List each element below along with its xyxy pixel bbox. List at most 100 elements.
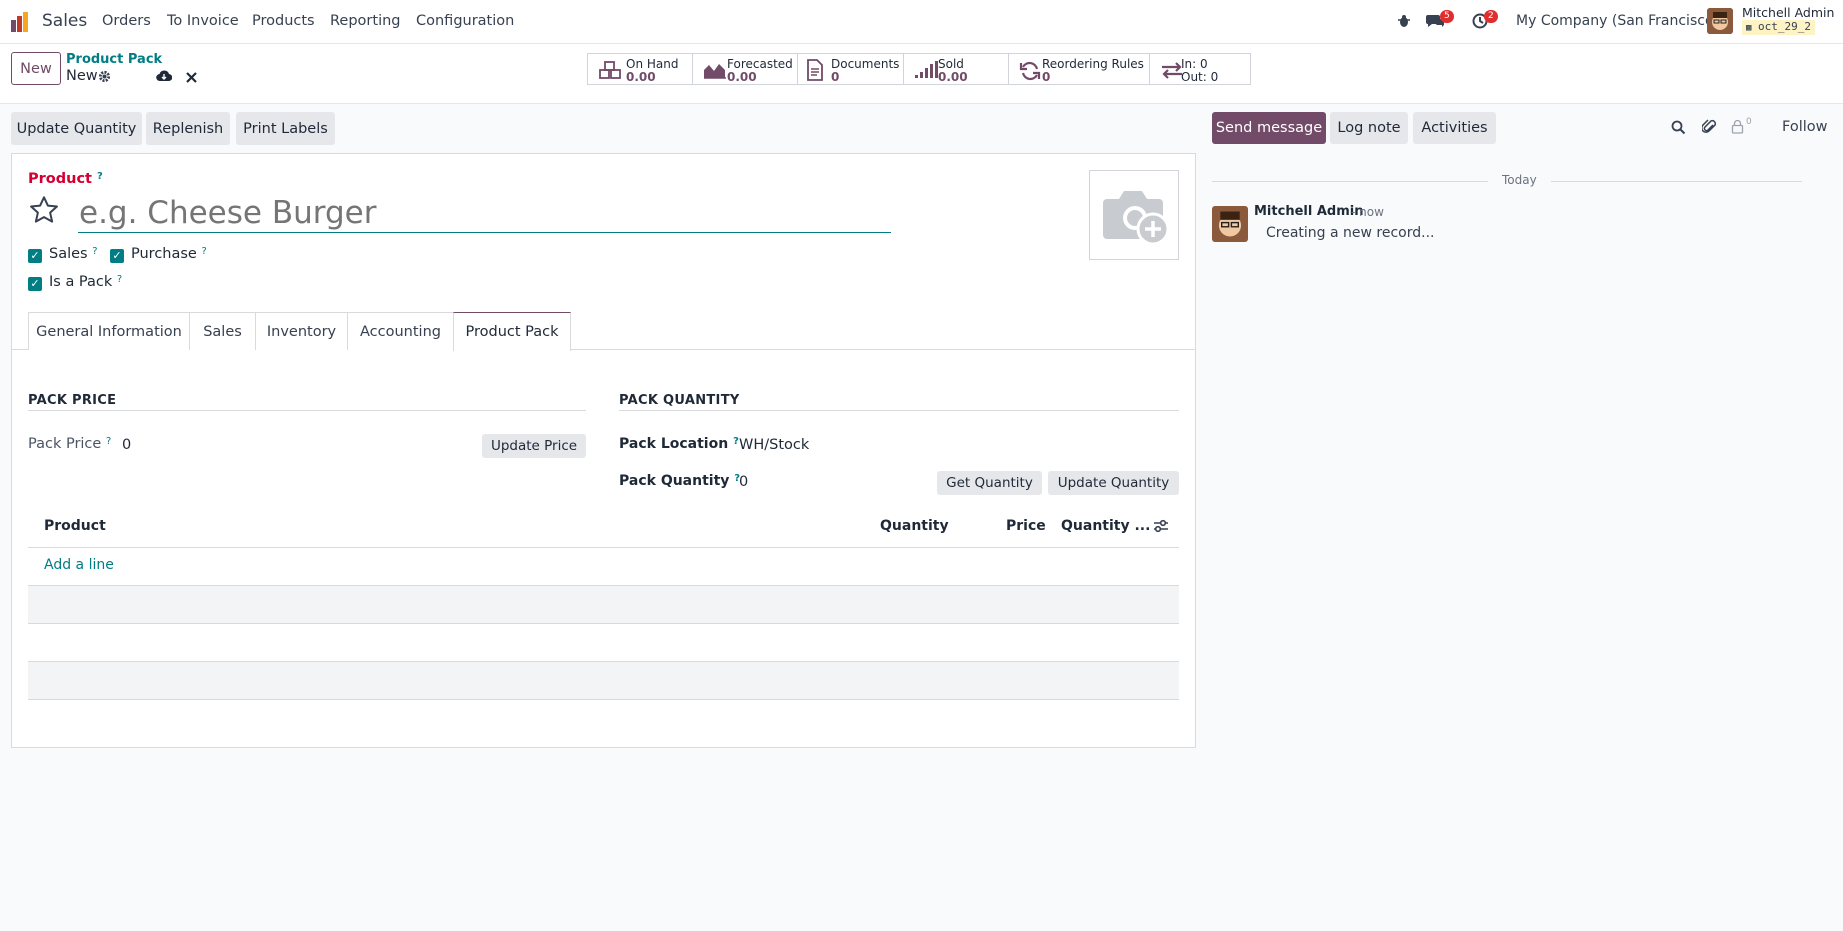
get-quantity-button[interactable]: Get Quantity (937, 471, 1042, 495)
pack-quantity-value[interactable]: 0 (739, 474, 748, 490)
search-icon[interactable] (1671, 120, 1686, 139)
stat-label: Documents (831, 57, 900, 71)
product-image-field[interactable] (1089, 170, 1179, 260)
menu-orders[interactable]: Orders (102, 13, 151, 29)
stat-value: 0.00 (938, 70, 968, 84)
camera-plus-icon (1103, 191, 1170, 246)
tab-accounting[interactable]: Accounting (348, 312, 454, 350)
stat-value: 0 (1042, 70, 1051, 84)
purchase-checkbox[interactable]: ✓ (110, 249, 124, 263)
area-chart-icon (704, 64, 726, 79)
database-badge: ▩ oct_29_2 (1742, 20, 1816, 35)
section-divider (28, 410, 586, 411)
menu-products[interactable]: Products (252, 13, 315, 29)
breadcrumb-current: New (66, 68, 98, 84)
help-tooltip-icon[interactable]: ? (106, 436, 111, 447)
bug-icon[interactable] (1397, 14, 1411, 32)
log-note-button[interactable]: Log note (1330, 112, 1408, 144)
menu-to-invoice[interactable]: To Invoice (167, 13, 239, 29)
stat-in-out-button[interactable]: In: 0 Out: 0 (1149, 53, 1251, 85)
update-price-button[interactable]: Update Price (482, 434, 586, 458)
pack-location-value[interactable]: WH/Stock (739, 437, 809, 453)
column-header-quantity[interactable]: Quantity (880, 518, 949, 534)
update-quantity-button[interactable]: Update Quantity (11, 112, 142, 145)
column-header-price[interactable]: Price (1006, 518, 1046, 534)
product-name-label: Product ? (28, 171, 103, 187)
help-tooltip-icon[interactable]: ? (117, 274, 122, 285)
product-name-input[interactable] (78, 193, 891, 233)
help-tooltip-icon[interactable]: ? (201, 246, 206, 257)
pack-quantity-label: Pack Quantity ? (619, 473, 740, 489)
stat-on-hand-button[interactable]: On Hand 0.00 (587, 53, 692, 85)
stat-label: Sold (938, 57, 964, 71)
stat-label: On Hand (626, 57, 679, 71)
message-author-avatar[interactable] (1212, 206, 1248, 242)
help-tooltip-icon[interactable]: ? (733, 436, 739, 447)
database-icon: ▩ (1746, 23, 1752, 33)
tab-general-information[interactable]: General Information (28, 312, 190, 350)
tab-product-pack[interactable]: Product Pack (453, 312, 571, 351)
sales-checkbox-label: Sales ? (49, 246, 98, 262)
add-a-line-link[interactable]: Add a line (44, 557, 114, 573)
date-separator-label: Today (1488, 173, 1551, 187)
update-quantity-pack-button[interactable]: Update Quantity (1048, 471, 1179, 495)
help-tooltip-icon[interactable]: ? (92, 246, 97, 257)
pack-location-label: Pack Location ? (619, 436, 739, 452)
sales-checkbox[interactable]: ✓ (28, 249, 42, 263)
send-message-button[interactable]: Send message (1212, 112, 1326, 144)
refresh-icon (1019, 61, 1041, 81)
save-cloud-icon[interactable] (156, 68, 173, 86)
stat-label: Reordering Rules (1042, 57, 1144, 71)
follow-button[interactable]: Follow (1782, 119, 1827, 135)
breadcrumb-parent[interactable]: Product Pack (66, 52, 162, 67)
purchase-checkbox-label: Purchase ? (131, 246, 207, 262)
replenish-button[interactable]: Replenish (146, 112, 230, 145)
followers-lock-icon[interactable] (1731, 119, 1744, 138)
stat-reordering-rules-button[interactable]: Reordering Rules 0 (1008, 53, 1149, 85)
product-form-sheet (11, 153, 1196, 748)
pack-quantity-label-text: Pack Quantity (619, 473, 730, 489)
messages-count-badge: 5 (1440, 10, 1454, 23)
print-labels-button[interactable]: Print Labels (236, 112, 335, 145)
stat-value: 0.00 (626, 70, 656, 84)
pack-price-section-title: PACK PRICE (28, 393, 117, 408)
is-pack-checkbox-label: Is a Pack ? (49, 274, 122, 290)
favorite-star-icon[interactable] (28, 194, 60, 230)
tab-inventory[interactable]: Inventory (256, 312, 348, 350)
table-row (28, 662, 1179, 699)
user-avatar[interactable] (1707, 8, 1733, 34)
help-tooltip-icon[interactable]: ? (97, 171, 103, 182)
stat-value: 0 (831, 70, 840, 84)
discard-icon[interactable] (186, 69, 197, 87)
column-header-quantity-extra[interactable]: Quantity ... (1061, 518, 1150, 534)
optional-columns-toggle-icon[interactable] (1153, 519, 1169, 537)
tab-sales[interactable]: Sales (190, 312, 256, 350)
app-name[interactable]: Sales (42, 11, 87, 31)
column-header-product[interactable]: Product (44, 518, 106, 534)
table-header-divider (28, 547, 1179, 548)
stat-in-label: In: 0 (1181, 57, 1208, 71)
menu-reporting[interactable]: Reporting (330, 13, 401, 29)
user-name[interactable]: Mitchell Admin (1742, 5, 1834, 20)
activities-button[interactable]: Activities (1413, 112, 1496, 144)
odoo-apps-icon[interactable] (10, 11, 32, 33)
stat-sold-button[interactable]: Sold 0.00 (903, 53, 1008, 85)
message-author-name[interactable]: Mitchell Admin (1254, 204, 1363, 219)
document-icon (807, 59, 823, 81)
menu-configuration[interactable]: Configuration (416, 13, 514, 29)
paperclip-icon[interactable] (1701, 119, 1717, 139)
is-pack-label-text: Is a Pack (49, 274, 113, 290)
message-timestamp: - now (1351, 205, 1384, 219)
company-switcher[interactable]: My Company (San Francisco) (1516, 13, 1719, 29)
pack-location-label-text: Pack Location (619, 436, 729, 452)
cubes-icon (599, 61, 621, 79)
stat-label: Forecasted (727, 57, 793, 71)
pack-price-value[interactable]: 0 (122, 437, 131, 453)
new-button[interactable]: New (11, 52, 61, 85)
signal-icon (915, 61, 938, 78)
stat-forecasted-button[interactable]: Forecasted 0.00 (692, 53, 797, 85)
pack-price-label-text: Pack Price (28, 436, 102, 452)
gear-icon[interactable] (98, 69, 111, 87)
is-pack-checkbox[interactable]: ✓ (28, 277, 42, 291)
stat-documents-button[interactable]: Documents 0 (797, 53, 903, 85)
